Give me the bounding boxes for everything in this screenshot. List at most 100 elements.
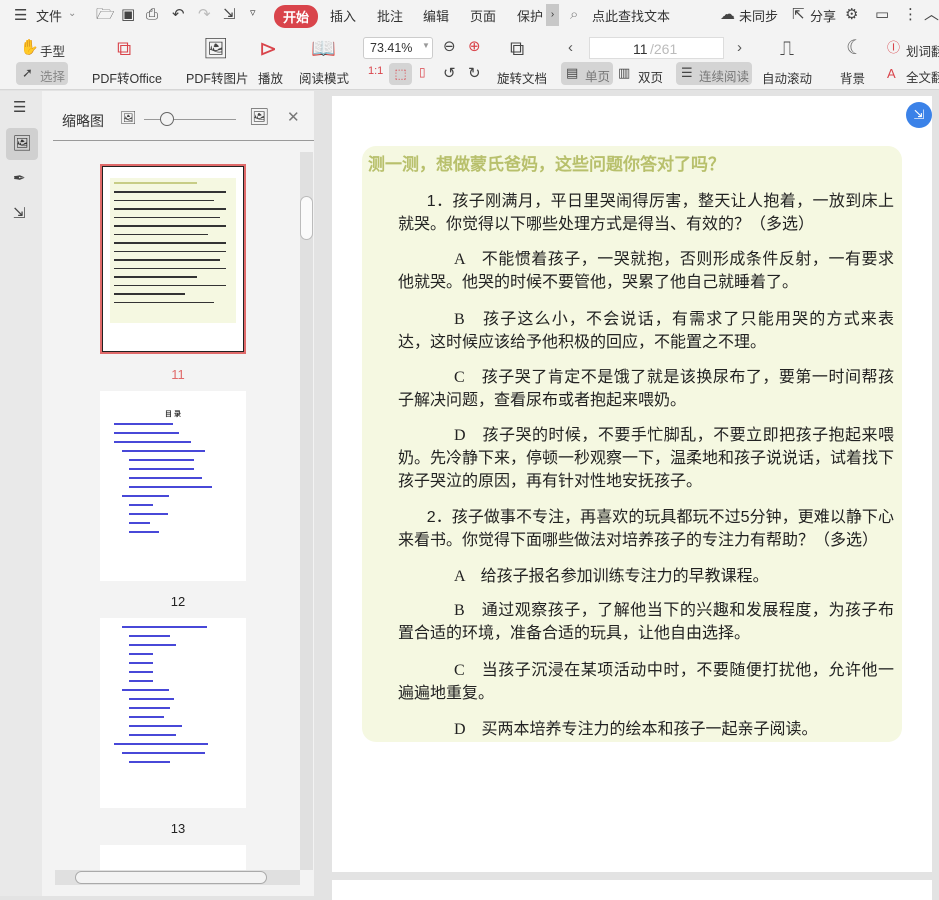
thumbnail-label: 13 [170, 821, 186, 836]
tab-insert[interactable]: 插入 [330, 6, 356, 25]
option: B 通过观察孩子，了解他当下的兴趣和发展程度，为孩子布置合适的环境，准备合适的玩… [398, 602, 894, 642]
small-image-icon[interactable]: 🖼 [120, 111, 137, 124]
auto-scroll-icon: ⎍ [780, 38, 794, 60]
chevron-down-icon: ▼ [422, 41, 430, 50]
thumbnail-page-12[interactable]: 目 录 [100, 391, 246, 581]
single-page-button[interactable]: ▤ 单页 [561, 62, 613, 85]
page-input[interactable]: 11/261 [589, 37, 724, 59]
menu-icon[interactable]: ☰ [14, 8, 27, 23]
redo-icon[interactable]: ↷ [198, 7, 211, 22]
pdf-to-image-button[interactable]: PDF转图片 [186, 68, 249, 87]
collapse-icon[interactable]: ︿ [924, 7, 939, 22]
scrollbar-thumb[interactable] [300, 196, 313, 240]
thumbnail-label: 11 [171, 367, 185, 382]
share-button[interactable]: 分享 [810, 6, 836, 25]
play-icon: ⊳ [259, 36, 278, 61]
vertical-scrollbar[interactable] [300, 152, 313, 870]
thumbnail-icon[interactable]: 🖼 [6, 128, 38, 160]
tab-page[interactable]: 页面 [470, 6, 496, 25]
continuous-button[interactable]: ☰ 连续阅读 [676, 62, 752, 85]
convert-fab-icon[interactable]: ⇲ [906, 102, 932, 128]
rotate-doc-icon: ⧉ [510, 38, 525, 60]
select-tool[interactable]: ➚ 选择 [16, 62, 68, 85]
zoom-out-icon[interactable]: ⊖ [443, 39, 456, 54]
large-image-icon[interactable]: 🖼 [249, 110, 269, 126]
pen-icon[interactable]: ✒ [13, 171, 26, 186]
background-button[interactable]: 背景 [840, 68, 865, 87]
document-page: ⇲ 测一测，想做蒙氏爸妈，这些问题你答对了吗？ 1．孩子刚满月，平日里哭闹得厉害… [332, 96, 932, 872]
full-translate-icon: A [887, 66, 896, 81]
double-page-icon: ▥ [618, 65, 631, 80]
rotate-right-icon[interactable]: ↻ [468, 66, 481, 81]
thumbnail-page-11[interactable] [100, 164, 246, 354]
outline-icon[interactable]: ☰ [13, 100, 26, 115]
scrollbar-thumb[interactable] [75, 871, 267, 884]
thumbnail-page-13[interactable] [100, 618, 246, 808]
kebab-icon[interactable]: ⋮ [903, 7, 918, 22]
option: D 买两本培养专注力的绘本和孩子一起亲子阅读。 [454, 721, 818, 738]
save-icon[interactable]: ▣ [121, 7, 135, 22]
cloud-icon: ☁ [720, 6, 735, 23]
search-box[interactable]: 点此查找文本 [592, 6, 670, 25]
sidebar-strip: ☰ 🖼 ✒ ⇲ [0, 91, 42, 896]
print-icon[interactable]: ⎙ [146, 7, 158, 22]
pdf-to-office-icon: ⧉ [117, 38, 132, 60]
word-translate-button[interactable]: 划词翻 [906, 41, 939, 60]
more-icon[interactable]: ▿ [250, 8, 256, 19]
quiz-box: 测一测，想做蒙氏爸妈，这些问题你答对了吗？ 1．孩子刚满月，平日里哭闹得厉害，整… [362, 146, 902, 742]
top-toolbar: ☰ 文件 ⌄ 🗁 ▣ ⎙ ↶ ↷ ⇲ ▿ 开始 插入 批注 编辑 页面 保护 ›… [0, 0, 939, 90]
read-mode-button[interactable]: 阅读模式 [299, 68, 349, 87]
option: A 给孩子报名参加训练专注力的早教课程。 [454, 568, 769, 585]
next-page-icon[interactable]: › [737, 40, 742, 55]
open-icon[interactable]: 🗁 [96, 7, 115, 22]
option: A 不能惯着孩子，一哭就抱，否则形成条件反射，一有要求他就哭。他哭的时候不要管他… [398, 251, 894, 291]
rotate-left-icon[interactable]: ↺ [443, 66, 456, 81]
play-button[interactable]: 播放 [258, 68, 283, 87]
slider-handle[interactable] [160, 112, 174, 126]
zoom-in-icon[interactable]: ⊕ [468, 39, 481, 54]
question-2: 2．孩子做事不专注，再喜欢的玩具都玩不过5分钟，更难以静下心来看书。你觉得下面哪… [398, 509, 894, 549]
fit-width-icon[interactable]: ▯ [419, 66, 426, 78]
image-icon: 🖼 [203, 38, 229, 60]
close-icon[interactable]: ✕ [287, 110, 300, 125]
tab-edit[interactable]: 编辑 [423, 6, 449, 25]
double-page-button[interactable]: 双页 [638, 67, 663, 86]
cursor-icon: ➚ [22, 65, 33, 80]
prev-page-icon[interactable]: ‹ [568, 40, 573, 55]
horizontal-scrollbar[interactable] [55, 870, 300, 885]
undo-icon[interactable]: ↶ [172, 7, 185, 22]
zoom-select[interactable]: 73.41% ▼ [363, 37, 433, 59]
option: D 孩子哭的时候，不要手忙脚乱，不要立即把孩子抱起来喂奶。先冷静下来，停顿一秒观… [398, 427, 895, 490]
sync-status[interactable]: 未同步 [739, 6, 778, 25]
auto-scroll-button[interactable]: 自动滚动 [762, 68, 812, 87]
thumbnail-panel: 缩略图 🖼 🖼 ✕ 11 目 录 12 13 [42, 91, 314, 896]
gear-icon[interactable]: ⚙ [845, 7, 858, 22]
search-icon: ⌕ [570, 6, 579, 23]
comment-icon[interactable]: ▭ [875, 7, 889, 22]
full-translate-button[interactable]: 全文翻 [906, 67, 939, 86]
file-menu[interactable]: 文件 [36, 6, 62, 25]
hand-icon: ✋ [20, 39, 39, 56]
tab-protect[interactable]: 保护 [517, 6, 543, 25]
quiz-title: 测一测，想做蒙氏爸妈，这些问题你答对了吗？ [368, 155, 725, 174]
option: B 孩子这么小，不会说话，有需求了只能用哭的方式来表达，这时候应该给予他积极的回… [398, 311, 894, 351]
tab-start[interactable]: 开始 [274, 5, 319, 28]
thumbnail-label: 12 [170, 594, 186, 609]
export-icon[interactable]: ⇲ [13, 206, 26, 221]
tab-annotate[interactable]: 批注 [377, 6, 403, 25]
page-icon: ▤ [566, 65, 579, 80]
option: C 当孩子沉浸在某项活动中时，不要随便打扰他，允许他一遍遍地重复。 [398, 662, 894, 702]
divider [53, 140, 314, 141]
export-icon[interactable]: ⇲ [223, 7, 236, 22]
question-1: 1．孩子刚满月，平日里哭闹得厉害，整天让人抱着，一放到床上就哭。你觉得以下哪些处… [398, 193, 894, 233]
fit-page-icon[interactable]: ⬚ [389, 63, 412, 85]
rotate-doc-button[interactable]: 旋转文档 [497, 68, 547, 87]
continuous-icon: ☰ [681, 65, 693, 80]
actual-size-icon[interactable]: 1:1 [368, 66, 383, 77]
chevron-down-icon[interactable]: ⌄ [68, 9, 76, 19]
more-tabs-button[interactable]: › [546, 4, 559, 26]
moon-icon: ☾ [846, 37, 864, 59]
hand-tool[interactable]: 手型 [40, 41, 65, 60]
pdf-to-office-button[interactable]: PDF转Office [92, 68, 162, 87]
thumbnail-size-slider[interactable] [144, 119, 236, 120]
